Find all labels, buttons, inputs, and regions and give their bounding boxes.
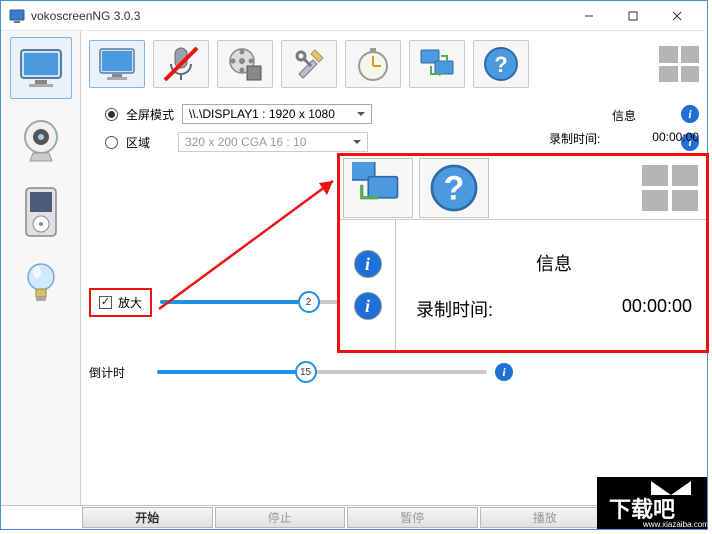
zoom-callout: ? i i 信息 录制时间: 00:00:00	[337, 153, 709, 353]
sidebar-media[interactable]	[10, 181, 72, 243]
watermark: 下载吧 www.xiazaiba.com	[597, 477, 707, 529]
maximize-button[interactable]	[611, 2, 655, 30]
zoom-info-icon: i	[354, 292, 382, 320]
svg-text:?: ?	[444, 169, 465, 207]
left-sidebar	[1, 31, 81, 505]
zoom-tab-network	[343, 158, 413, 218]
magnify-label: 放大	[118, 294, 142, 311]
close-button[interactable]	[655, 2, 699, 30]
side-info-panel: 信息 录制时间: 00:00:00	[549, 107, 699, 147]
zoom-grid-icon	[642, 165, 698, 211]
magnify-highlight: 放大	[89, 288, 152, 317]
sidebar-screen[interactable]	[10, 37, 72, 99]
top-tabbar: ?	[89, 37, 699, 91]
svg-text:下载吧: 下载吧	[609, 497, 675, 522]
annotation-arrow	[151, 169, 351, 319]
window-title: vokoscreenNG 3.0.3	[31, 9, 567, 23]
magnify-checkbox[interactable]	[99, 296, 112, 309]
pause-button[interactable]: 暂停	[347, 507, 478, 528]
sidebar-webcam[interactable]	[10, 109, 72, 171]
svg-text:www.xiazaiba.com: www.xiazaiba.com	[642, 520, 707, 529]
tab-screen[interactable]	[89, 40, 145, 88]
countdown-slider[interactable]: 15	[157, 363, 487, 381]
svg-text:?: ?	[494, 52, 507, 77]
tab-tools[interactable]	[281, 40, 337, 88]
stop-button[interactable]: 停止	[215, 507, 346, 528]
tab-help[interactable]: ?	[473, 40, 529, 88]
radio-region-label: 区域	[126, 134, 150, 151]
zoom-tab-help: ?	[419, 158, 489, 218]
zoom-info-icon: i	[354, 250, 382, 278]
tab-network[interactable]	[409, 40, 465, 88]
tab-audio[interactable]	[153, 40, 209, 88]
radio-fullscreen[interactable]	[105, 108, 118, 121]
rectime-value: 00:00:00	[652, 130, 699, 147]
start-button[interactable]: 开始	[82, 507, 213, 528]
minimize-button[interactable]	[567, 2, 611, 30]
info-icon[interactable]: i	[495, 363, 513, 381]
info-heading: 信息	[549, 107, 699, 124]
grid-view-icon[interactable]	[659, 46, 699, 82]
app-icon	[9, 8, 25, 24]
countdown-label: 倒计时	[89, 364, 149, 381]
region-select: 320 x 200 CGA 16 : 10	[178, 132, 368, 152]
zoom-info-heading: 信息	[416, 250, 692, 276]
sidebar-bulb[interactable]	[10, 253, 72, 315]
tab-timer[interactable]	[345, 40, 401, 88]
zoom-rectime-value: 00:00:00	[622, 296, 692, 322]
tab-codec[interactable]	[217, 40, 273, 88]
radio-region[interactable]	[105, 136, 118, 149]
rectime-label: 录制时间:	[549, 130, 600, 147]
display-select[interactable]: \\.\DISPLAY1 : 1920 x 1080	[182, 104, 372, 124]
radio-fullscreen-label: 全屏模式	[126, 106, 174, 123]
zoom-rectime-label: 录制时间:	[416, 296, 493, 322]
play-button[interactable]: 播放	[480, 507, 611, 528]
